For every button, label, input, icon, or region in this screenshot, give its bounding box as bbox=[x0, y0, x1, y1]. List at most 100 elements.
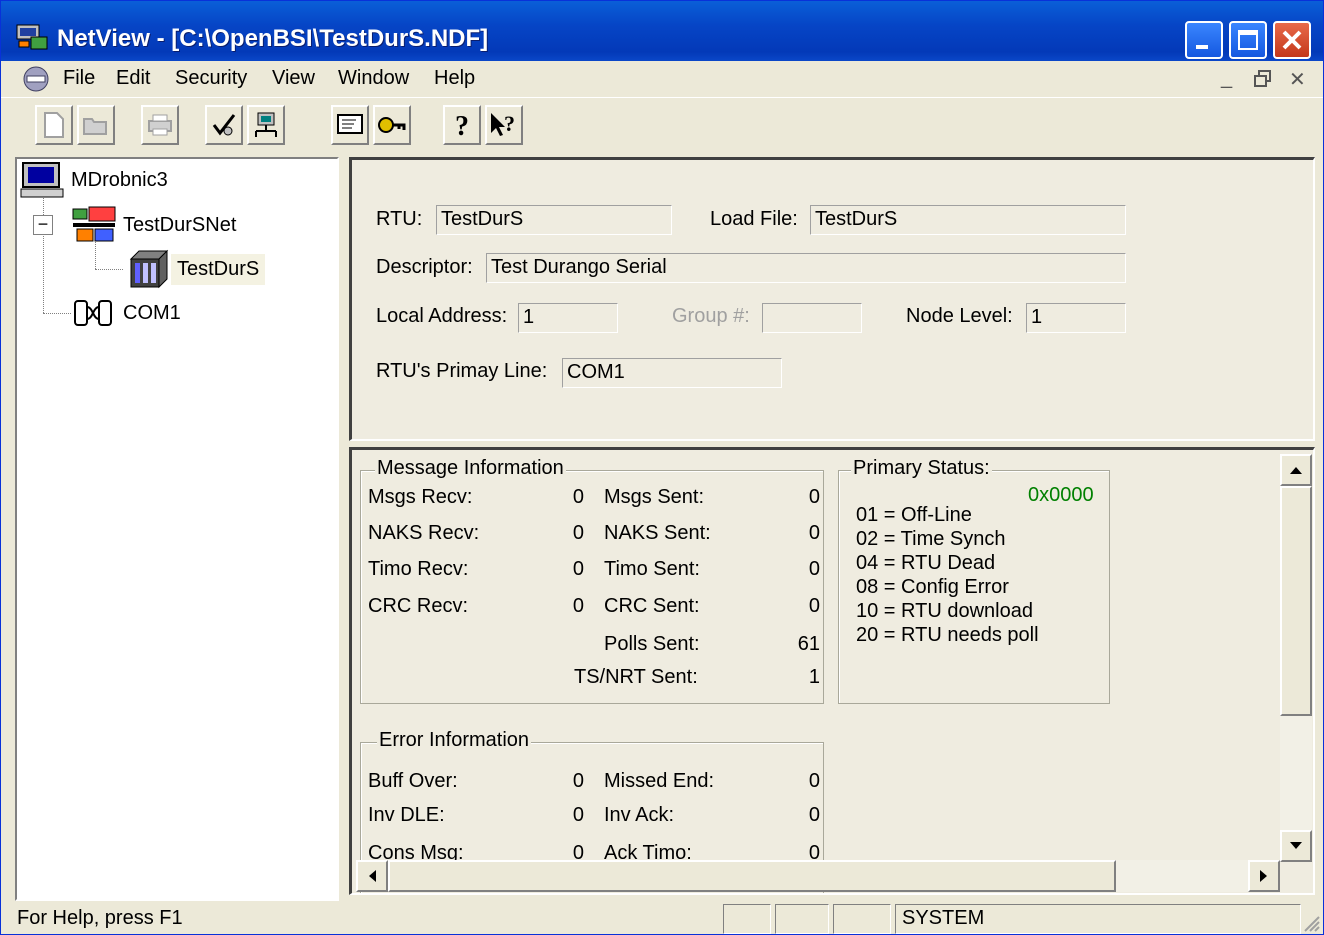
network-icon bbox=[72, 206, 116, 242]
group-label: Group #: bbox=[672, 305, 750, 327]
tree-node-rtu[interactable]: TestDurS bbox=[125, 249, 266, 289]
naks-recv-label: NAKS Recv: bbox=[368, 522, 480, 544]
tree-label-workstation: MDrobnic3 bbox=[71, 168, 168, 191]
maximize-icon bbox=[1238, 30, 1258, 50]
menu-file[interactable]: File bbox=[63, 67, 95, 90]
checkmark-button[interactable] bbox=[205, 105, 243, 145]
menu-help[interactable]: Help bbox=[434, 67, 475, 90]
netview-app-icon bbox=[16, 24, 48, 50]
naks-sent-label: NAKS Sent: bbox=[604, 522, 711, 544]
missed-end-label: Missed End: bbox=[604, 770, 715, 792]
serial-line-icon bbox=[74, 300, 112, 326]
monitor-icon bbox=[337, 114, 363, 134]
new-icon bbox=[44, 112, 64, 138]
load-file-field[interactable]: TestDurS bbox=[810, 205, 1126, 235]
group-field bbox=[762, 303, 862, 333]
scroll-left-button[interactable] bbox=[356, 860, 388, 892]
buff-over-value: 0 bbox=[572, 770, 584, 792]
new-button[interactable] bbox=[35, 105, 73, 145]
tree-node-network[interactable]: TestDurSNet bbox=[71, 205, 242, 245]
horizontal-scrollbar[interactable] bbox=[356, 860, 1280, 892]
scroll-up-button[interactable] bbox=[1280, 454, 1312, 486]
horizontal-scroll-thumb[interactable] bbox=[388, 860, 1116, 892]
status-code-needs-poll: 20 = RTU needs poll bbox=[856, 624, 1039, 646]
status-code-offline: 01 = Off-Line bbox=[856, 504, 972, 526]
tree-node-line[interactable]: COM1 bbox=[71, 293, 187, 333]
resize-grip-icon[interactable] bbox=[1301, 913, 1321, 933]
window-title: NetView - [C:\OpenBSI\TestDurS.NDF] bbox=[57, 25, 489, 52]
naks-sent-value: 0 bbox=[808, 522, 820, 544]
menu-view[interactable]: View bbox=[272, 67, 315, 90]
primary-status-title: Primary Status: bbox=[851, 457, 992, 480]
primary-status-code: 0x0000 bbox=[1028, 484, 1094, 506]
timo-sent-label: Timo Sent: bbox=[604, 558, 700, 580]
monitor-button[interactable] bbox=[331, 105, 369, 145]
close-icon bbox=[1282, 30, 1302, 50]
buff-over-label: Buff Over: bbox=[368, 770, 458, 792]
message-information-title: Message Information bbox=[375, 457, 566, 480]
tree-line bbox=[95, 269, 123, 270]
scroll-down-button[interactable] bbox=[1280, 830, 1312, 862]
menu-window-label: Window bbox=[338, 67, 410, 89]
vertical-scrollbar[interactable] bbox=[1280, 454, 1312, 862]
print-button[interactable] bbox=[141, 105, 179, 145]
statistics-panel: Message Information Msgs Recv: 0 Msgs Se… bbox=[349, 447, 1315, 895]
crc-sent-value: 0 bbox=[808, 595, 820, 617]
missed-end-value: 0 bbox=[808, 770, 820, 792]
help-button[interactable]: ? bbox=[443, 105, 481, 145]
status-panel-1 bbox=[723, 904, 771, 934]
context-help-icon: ? bbox=[491, 111, 515, 136]
primary-line-field[interactable]: COM1 bbox=[562, 358, 782, 388]
inv-dle-value: 0 bbox=[572, 804, 584, 826]
msgs-recv-value: 0 bbox=[572, 486, 584, 508]
tree-line bbox=[43, 313, 71, 314]
close-button[interactable] bbox=[1273, 21, 1311, 59]
load-file-label: Load File: bbox=[710, 208, 798, 230]
local-address-field[interactable]: 1 bbox=[518, 303, 618, 333]
mdi-minimize-button[interactable]: _ bbox=[1221, 67, 1232, 90]
status-user-panel: SYSTEM bbox=[895, 904, 1301, 934]
document-system-icon[interactable] bbox=[21, 64, 51, 94]
vertical-scroll-thumb[interactable] bbox=[1280, 486, 1312, 716]
arrow-up-icon bbox=[1290, 467, 1302, 474]
arrow-right-icon bbox=[1260, 870, 1267, 882]
mdi-close-button[interactable]: ✕ bbox=[1289, 67, 1306, 92]
tree-collapse-toggle[interactable]: − bbox=[33, 215, 53, 235]
tree-label-network: TestDurSNet bbox=[123, 213, 237, 236]
status-code-time-synch: 02 = Time Synch bbox=[856, 528, 1006, 550]
scroll-right-button[interactable] bbox=[1248, 860, 1280, 892]
tree-node-workstation[interactable]: MDrobnic3 bbox=[19, 161, 174, 199]
rtu-name-field[interactable]: TestDurS bbox=[436, 205, 672, 235]
menu-security[interactable]: Security bbox=[175, 67, 247, 90]
status-help-text: For Help, press F1 bbox=[17, 907, 183, 929]
descriptor-field[interactable]: Test Durango Serial bbox=[486, 253, 1126, 283]
context-help-button[interactable]: ? bbox=[485, 105, 523, 145]
tree-label-line: COM1 bbox=[123, 301, 181, 324]
menu-window[interactable]: Window bbox=[338, 67, 409, 90]
status-code-rtu-dead: 04 = RTU Dead bbox=[856, 552, 996, 574]
node-level-field[interactable]: 1 bbox=[1026, 303, 1126, 333]
network-tree-pane[interactable]: − MDrobnic3 TestDurSNet TestDurS COM1 bbox=[15, 157, 339, 901]
primary-line-label: RTU's Primay Line: bbox=[376, 360, 548, 382]
inv-ack-label: Inv Ack: bbox=[604, 804, 675, 826]
help-icon: ? bbox=[455, 111, 469, 139]
network-button[interactable] bbox=[247, 105, 285, 145]
rtu-label: RTU: bbox=[376, 208, 423, 230]
crc-recv-value: 0 bbox=[572, 595, 584, 617]
minimize-button[interactable] bbox=[1185, 21, 1223, 59]
checkmark-icon bbox=[212, 114, 236, 136]
key-button[interactable] bbox=[373, 105, 411, 145]
mdi-restore-icon[interactable] bbox=[1253, 69, 1273, 89]
open-button[interactable] bbox=[77, 105, 115, 145]
crc-sent-label: CRC Sent: bbox=[604, 595, 700, 617]
msgs-sent-label: Msgs Sent: bbox=[604, 486, 705, 508]
status-panel-2 bbox=[775, 904, 829, 934]
inv-dle-label: Inv DLE: bbox=[368, 804, 445, 826]
menu-edit[interactable]: Edit bbox=[116, 67, 150, 90]
local-address-label: Local Address: bbox=[376, 305, 508, 327]
status-code-config-error: 08 = Config Error bbox=[856, 576, 1009, 598]
timo-sent-value: 0 bbox=[808, 558, 820, 580]
maximize-button[interactable] bbox=[1229, 21, 1267, 59]
arrow-left-icon bbox=[369, 870, 376, 882]
workstation-icon bbox=[20, 162, 64, 198]
